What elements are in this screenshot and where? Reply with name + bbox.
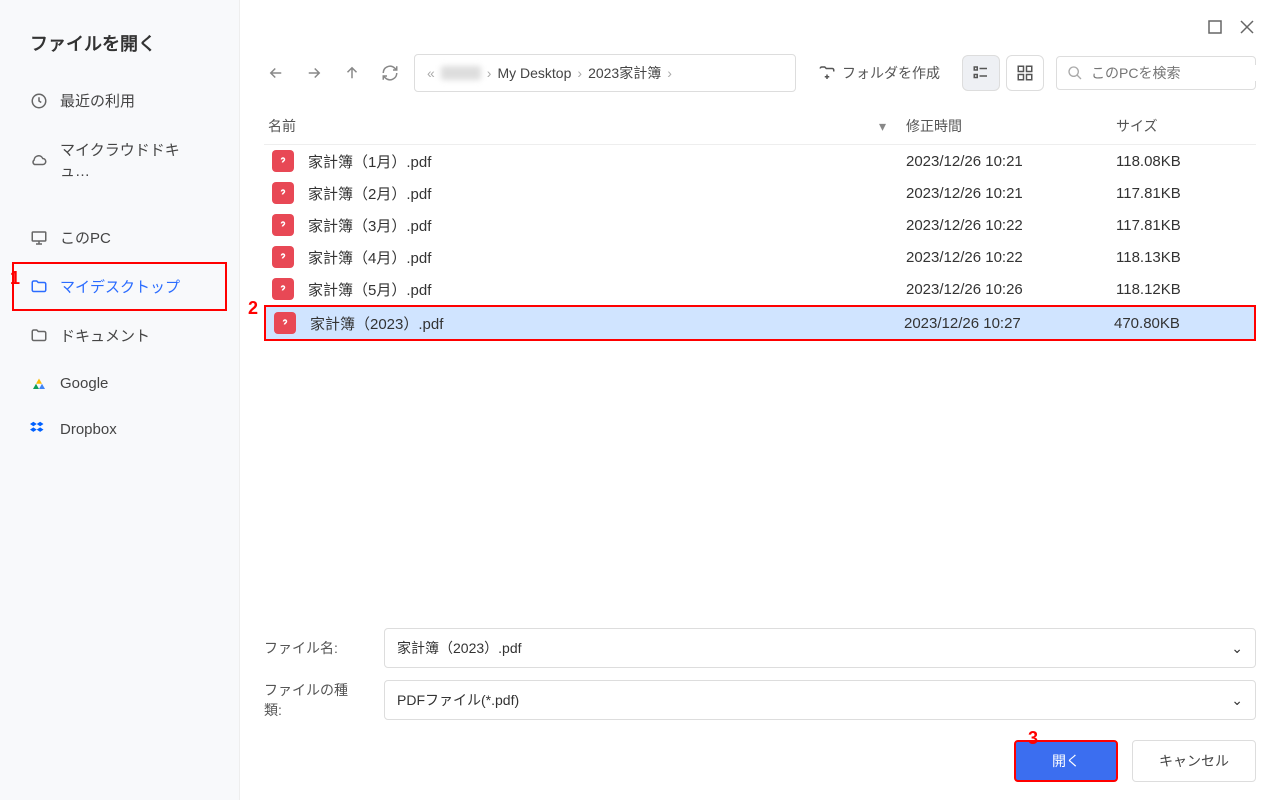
search-input[interactable] xyxy=(1091,65,1272,81)
column-date[interactable]: 修正時間 xyxy=(906,116,1116,136)
filetype-field[interactable]: PDFファイル(*.pdf) ⌄ xyxy=(384,680,1256,720)
file-name: 家計簿（5月）.pdf xyxy=(308,279,431,300)
file-size: 118.12KB xyxy=(1116,281,1256,298)
cloud-icon xyxy=(30,151,48,169)
breadcrumb[interactable]: « › My Desktop › 2023家計簿 › xyxy=(414,54,796,92)
filename-field[interactable]: 家計簿（2023）.pdf ⌄ xyxy=(384,628,1256,668)
file-row[interactable]: 家計簿（2月）.pdf 2023/12/26 10:21117.81KB xyxy=(264,177,1256,209)
file-date: 2023/12/26 10:22 xyxy=(906,217,1116,234)
filename-value: 家計簿（2023）.pdf xyxy=(397,638,522,658)
sidebar-item-label: 最近の利用 xyxy=(60,90,135,111)
forward-button[interactable] xyxy=(302,61,326,85)
file-size: 117.81KB xyxy=(1116,217,1256,234)
breadcrumb-segment-hidden xyxy=(441,66,481,80)
file-date: 2023/12/26 10:22 xyxy=(906,249,1116,266)
filetype-label: ファイルの種類: xyxy=(264,680,364,720)
open-button[interactable]: 開く xyxy=(1014,740,1118,782)
sidebar-item-recent[interactable]: 最近の利用 xyxy=(0,76,239,125)
create-folder-button[interactable]: フォルダを作成 xyxy=(808,55,950,91)
filename-label: ファイル名: xyxy=(264,638,364,658)
pdf-icon xyxy=(272,182,294,204)
cancel-button[interactable]: キャンセル xyxy=(1132,740,1256,782)
toolbar: « › My Desktop › 2023家計簿 › フォルダを作成 xyxy=(264,54,1256,92)
grid-view-button[interactable] xyxy=(1006,55,1044,91)
file-row[interactable]: 家計簿（3月）.pdf 2023/12/26 10:22117.81KB xyxy=(264,209,1256,241)
folder-icon xyxy=(30,327,48,345)
file-size: 470.80KB xyxy=(1114,315,1254,332)
chevron-right-icon: › xyxy=(667,65,672,81)
search-box[interactable] xyxy=(1056,56,1256,90)
main-panel: « › My Desktop › 2023家計簿 › フォルダを作成 xyxy=(240,0,1280,800)
window-header xyxy=(264,18,1256,36)
chevron-right-icon: › xyxy=(577,65,582,81)
sidebar-item-label: ドキュメント xyxy=(60,325,150,346)
sort-desc-icon: ▾ xyxy=(879,118,886,135)
sidebar-item-this-pc[interactable]: このPC xyxy=(0,213,239,262)
file-name: 家計簿（3月）.pdf xyxy=(308,215,431,236)
column-size[interactable]: サイズ xyxy=(1116,116,1256,136)
pdf-icon xyxy=(272,278,294,300)
sidebar-item-google[interactable]: Google xyxy=(0,360,239,406)
sidebar-item-label: マイクラウドドキュ… xyxy=(60,139,209,181)
sidebar: ファイルを開く 最近の利用 マイクラウドドキュ… このPC マイデスクトップ ド… xyxy=(0,0,240,800)
sidebar-item-dropbox[interactable]: Dropbox xyxy=(0,406,239,452)
google-icon xyxy=(30,374,48,392)
file-list: 家計簿（1月）.pdf 2023/12/26 10:21118.08KB 家計簿（2… xyxy=(264,145,1256,616)
pdf-icon xyxy=(272,150,294,172)
file-date: 2023/12/26 10:21 xyxy=(906,185,1116,202)
back-button[interactable] xyxy=(264,61,288,85)
maximize-button[interactable] xyxy=(1206,18,1224,36)
breadcrumb-overflow-icon: « xyxy=(427,65,435,81)
file-row[interactable]: 家計簿（4月）.pdf 2023/12/26 10:22118.13KB xyxy=(264,241,1256,273)
file-size: 117.81KB xyxy=(1116,185,1256,202)
dropbox-icon xyxy=(30,420,48,438)
open-file-dialog: ファイルを開く 最近の利用 マイクラウドドキュ… このPC マイデスクトップ ド… xyxy=(0,0,1280,800)
clock-icon xyxy=(30,92,48,110)
folder-icon xyxy=(30,278,48,296)
chevron-down-icon: ⌄ xyxy=(1231,640,1243,657)
file-size: 118.08KB xyxy=(1116,153,1256,170)
file-row[interactable]: 家計簿（5月）.pdf 2023/12/26 10:26118.12KB xyxy=(264,273,1256,305)
file-name: 家計簿（1月）.pdf xyxy=(308,151,431,172)
column-name[interactable]: 名前▾ xyxy=(264,116,906,136)
file-size: 118.13KB xyxy=(1116,249,1256,266)
sidebar-item-label: Google xyxy=(60,375,108,392)
search-icon xyxy=(1067,65,1083,81)
sidebar-item-label: マイデスクトップ xyxy=(60,276,180,297)
file-row[interactable]: 家計簿（2023）.pdf 2023/12/26 10:27470.80KB xyxy=(264,305,1256,341)
sidebar-item-desktop[interactable]: マイデスクトップ xyxy=(12,262,227,311)
file-row[interactable]: 家計簿（1月）.pdf 2023/12/26 10:21118.08KB xyxy=(264,145,1256,177)
monitor-icon xyxy=(30,229,48,247)
breadcrumb-segment[interactable]: 2023家計簿 xyxy=(588,63,661,83)
new-folder-icon xyxy=(818,64,836,82)
dialog-title: ファイルを開く xyxy=(0,20,239,76)
bottom-panel: ファイル名: 家計簿（2023）.pdf ⌄ ファイルの種類: PDFファイル(… xyxy=(264,616,1256,782)
file-date: 2023/12/26 10:26 xyxy=(906,281,1116,298)
pdf-icon xyxy=(272,246,294,268)
file-date: 2023/12/26 10:27 xyxy=(904,315,1114,332)
up-button[interactable] xyxy=(340,61,364,85)
chevron-down-icon: ⌄ xyxy=(1231,692,1243,709)
close-button[interactable] xyxy=(1238,18,1256,36)
filetype-value: PDFファイル(*.pdf) xyxy=(397,690,519,710)
sidebar-item-label: Dropbox xyxy=(60,421,117,438)
file-name: 家計簿（4月）.pdf xyxy=(308,247,431,268)
sidebar-item-documents[interactable]: ドキュメント xyxy=(0,311,239,360)
file-date: 2023/12/26 10:21 xyxy=(906,153,1116,170)
sidebar-item-label: このPC xyxy=(60,227,111,248)
create-folder-label: フォルダを作成 xyxy=(842,63,940,83)
breadcrumb-segment[interactable]: My Desktop xyxy=(497,65,571,81)
list-view-button[interactable] xyxy=(962,55,1000,91)
chevron-right-icon: › xyxy=(487,65,492,81)
pdf-icon xyxy=(274,312,296,334)
file-name: 家計簿（2023）.pdf xyxy=(310,313,443,334)
pdf-icon xyxy=(272,214,294,236)
sidebar-item-cloud[interactable]: マイクラウドドキュ… xyxy=(0,125,239,195)
file-list-header: 名前▾ 修正時間 サイズ xyxy=(264,108,1256,145)
refresh-button[interactable] xyxy=(378,61,402,85)
file-name: 家計簿（2月）.pdf xyxy=(308,183,431,204)
